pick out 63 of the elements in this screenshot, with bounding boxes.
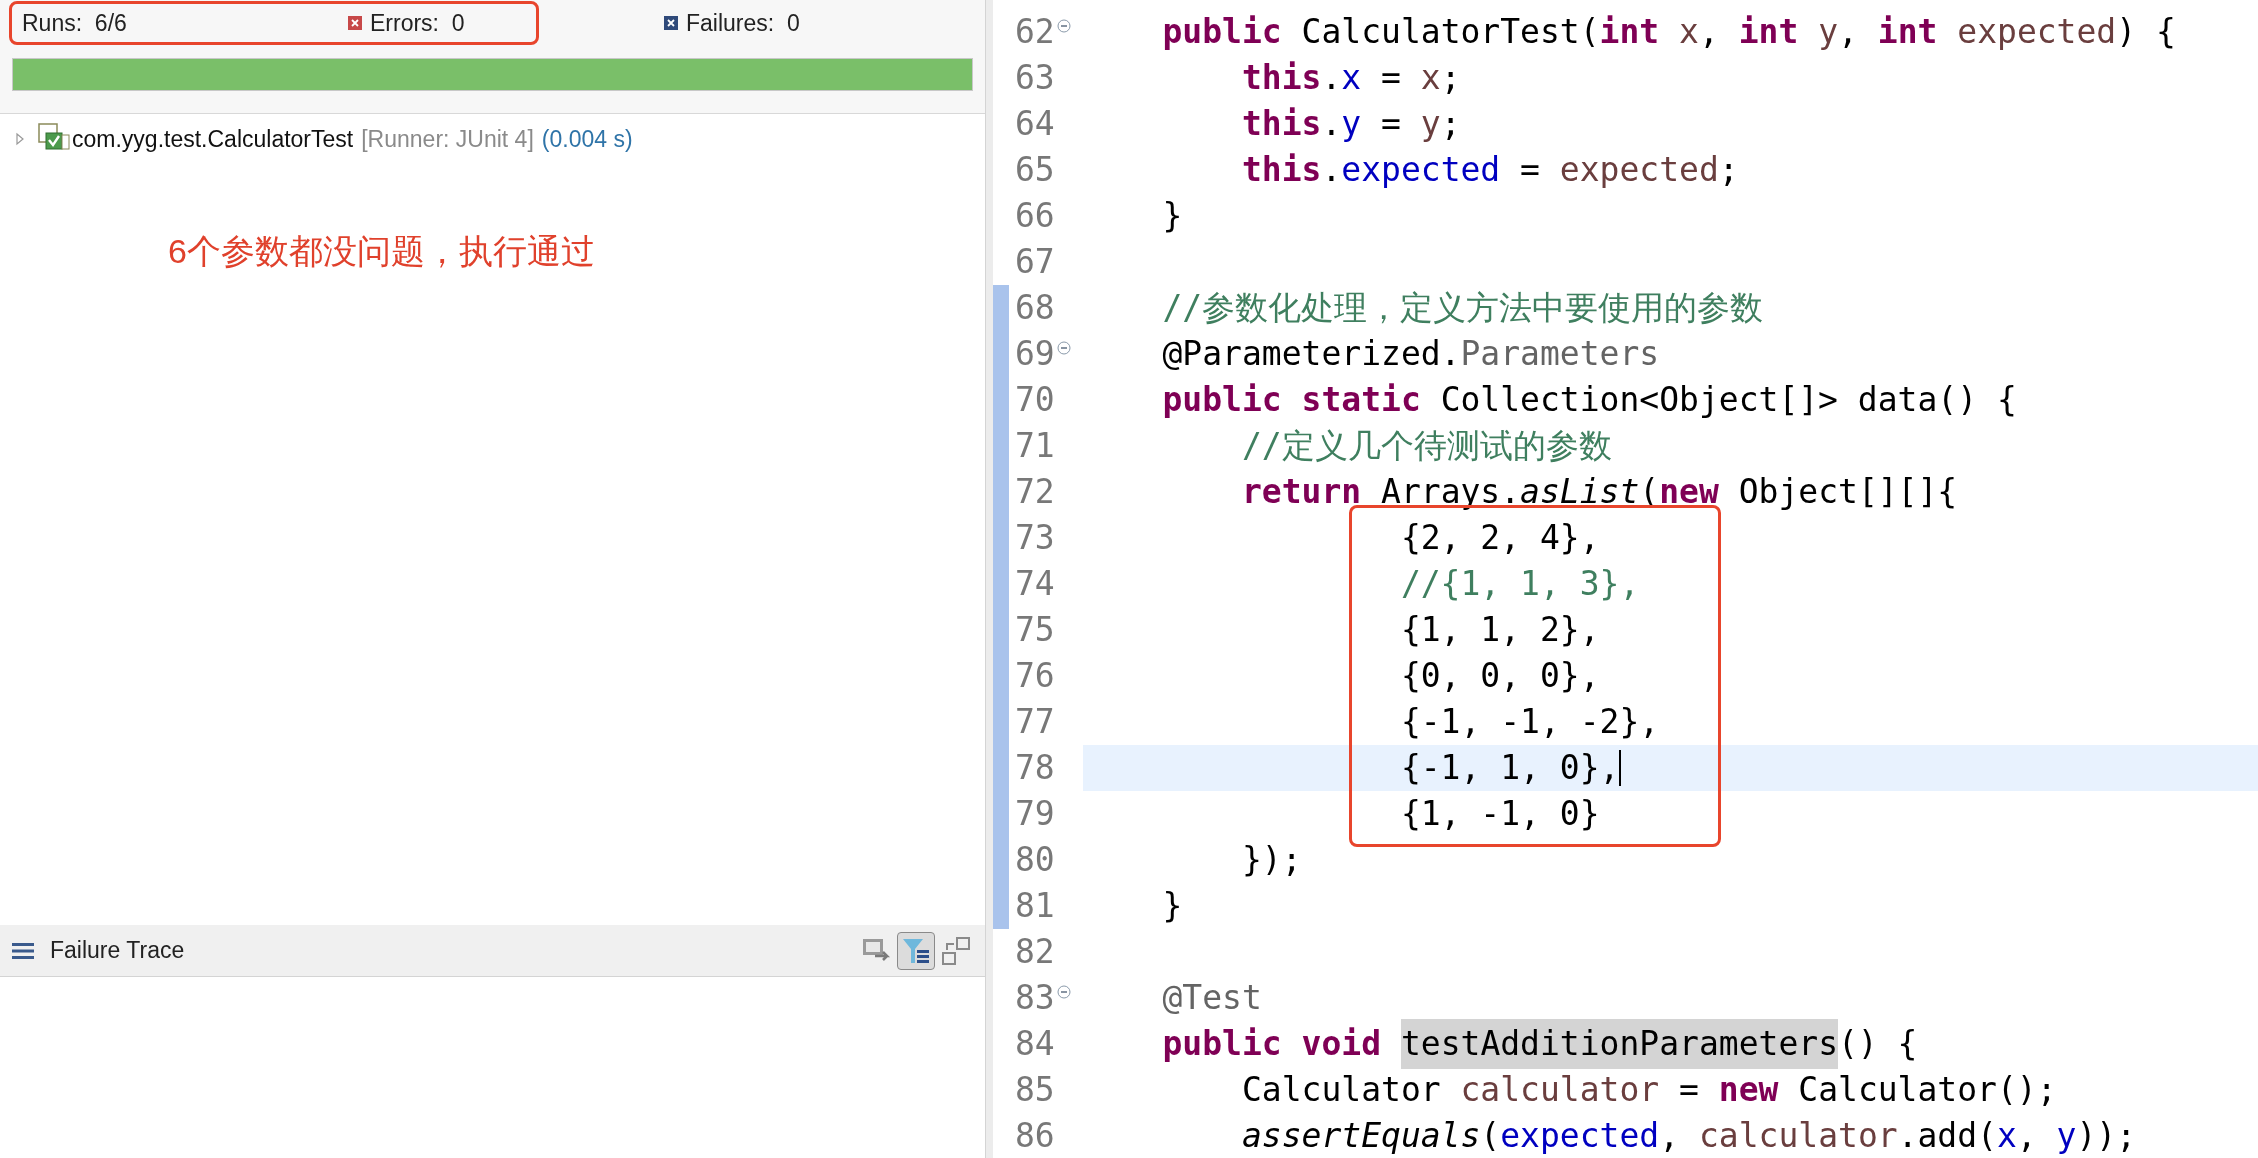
line-number: 81 (1015, 885, 1056, 928)
layout-icon (941, 935, 971, 966)
list-icon (12, 941, 34, 960)
line-number: 84 (1015, 1023, 1056, 1066)
code-line: assertEquals(expected, calculator.add(x, y)); (1240, 1115, 2138, 1158)
line-number: 75 (1015, 609, 1056, 652)
line-number: 82 (1015, 931, 1056, 974)
filter-toggle-button[interactable] (897, 931, 935, 970)
code-line: this.x = x; (1240, 57, 1462, 100)
code-line: this.y = y; (1240, 103, 1462, 146)
code-line: } (1161, 885, 1184, 928)
code-line: {-1, -1, -2}, (1399, 701, 1661, 744)
collapse-icon[interactable] (1057, 341, 1071, 355)
line-number: 64 (1015, 103, 1056, 146)
annotation-note: 6个参数都没问题，执行通过 (168, 231, 596, 272)
expand-arrow-icon[interactable] (14, 132, 26, 146)
code-line: {0, 0, 0}, (1399, 655, 1601, 698)
line-number: 83 (1015, 977, 1056, 1020)
code-line: } (1161, 195, 1184, 238)
code-line: @Test (1161, 977, 1263, 1020)
line-number: 77 (1015, 701, 1056, 744)
collapse-icon[interactable] (1057, 985, 1071, 999)
code-line: //{1, 1, 3}, (1399, 563, 1641, 606)
line-number: 62 (1015, 11, 1056, 54)
code-line: }); (1240, 839, 1303, 882)
failure-icon (664, 16, 678, 30)
collapse-icon[interactable] (1057, 19, 1071, 33)
line-number: 67 (1015, 241, 1056, 284)
line-number: 78 (1015, 747, 1056, 790)
line-number: 85 (1015, 1069, 1056, 1112)
line-number: 71 (1015, 425, 1056, 468)
line-number: 72 (1015, 471, 1056, 514)
line-number: 66 (1015, 195, 1056, 238)
line-number: 79 (1015, 793, 1056, 836)
code-line: //定义几个待测试的参数 (1240, 425, 1613, 468)
line-number: 74 (1015, 563, 1056, 606)
line-number: 68 (1015, 287, 1056, 330)
code-line: Calculator calculator = new Calculator(); (1240, 1069, 2058, 1112)
line-number: 73 (1015, 517, 1056, 560)
runs-counter: Runs: 6/6 (22, 8, 128, 38)
line-number: 86 (1015, 1115, 1056, 1158)
line-number: 69 (1015, 333, 1056, 376)
failures-counter: Failures: 0 (686, 8, 800, 38)
code-line: {2, 2, 4}, (1399, 517, 1601, 560)
error-icon (348, 16, 362, 30)
test-class-name[interactable]: com.yyg.test.CalculatorTest (72, 121, 354, 157)
code-line: {1, -1, 0} (1399, 793, 1601, 836)
code-line: //参数化处理，定义方法中要使用的参数 (1161, 287, 1765, 330)
code-line: public static Collection<Object[]> data() { (1161, 379, 2018, 422)
line-number: 63 (1015, 57, 1056, 100)
panel-title: Failure Trace (50, 936, 185, 966)
code-line: public CalculatorTest(int x, int y, int expected) { (1161, 11, 2177, 54)
runner-label: [Runner: JUnit 4] (361, 124, 534, 154)
code-line: @Parameterized.Parameters (1161, 333, 1661, 376)
line-number: 65 (1015, 149, 1056, 192)
line-number: 76 (1015, 655, 1056, 698)
line-number: 70 (1015, 379, 1056, 422)
code-line: public void testAdditionParameters() { (1083, 1021, 2258, 1067)
errors-counter: Errors: 0 (370, 8, 466, 38)
code-line: {1, 1, 2}, (1399, 609, 1601, 652)
elapsed-time: (0.004 s) (541, 124, 633, 154)
code-line: this.expected = expected; (1240, 149, 1740, 192)
line-number: 80 (1015, 839, 1056, 882)
